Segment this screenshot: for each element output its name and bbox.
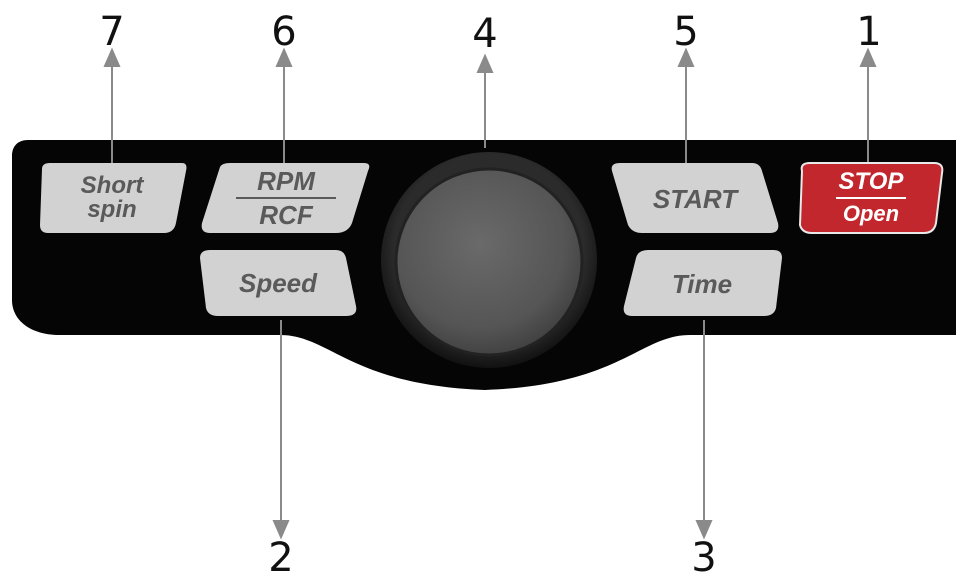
time-label: Time (671, 269, 733, 299)
stop-open-divider (836, 197, 906, 199)
start-button[interactable]: START (610, 163, 780, 233)
callout-2: 2 (268, 535, 294, 581)
callout-3: 3 (691, 535, 717, 581)
speed-button[interactable]: Speed (200, 250, 357, 316)
open-label: Open (842, 201, 900, 226)
callout-4: 4 (472, 11, 498, 57)
start-label: START (652, 184, 738, 214)
short-spin-label-line2: spin (87, 196, 137, 223)
control-panel-diagram: 7 6 4 5 1 2 3 Short spin RPM RCF Speed S… (0, 0, 956, 578)
time-button[interactable]: Time (622, 250, 782, 316)
stop-open-button[interactable]: STOP Open (796, 162, 946, 234)
rcf-label: RCF (259, 200, 313, 230)
callout-5: 5 (673, 9, 699, 55)
callout-1: 1 (856, 9, 882, 55)
knob-icon (394, 167, 584, 357)
callout-6: 6 (271, 9, 297, 55)
stop-label: STOP (838, 168, 904, 195)
short-spin-button[interactable]: Short spin (36, 163, 188, 233)
rpm-label: RPM (257, 166, 315, 196)
callout-7: 7 (99, 9, 125, 55)
short-spin-label-line1: Short (80, 172, 144, 199)
rpm-rcf-button[interactable]: RPM RCF (200, 163, 372, 233)
rpm-rcf-divider (236, 197, 336, 199)
speed-label: Speed (238, 268, 318, 298)
panel-graphic (12, 47, 956, 540)
